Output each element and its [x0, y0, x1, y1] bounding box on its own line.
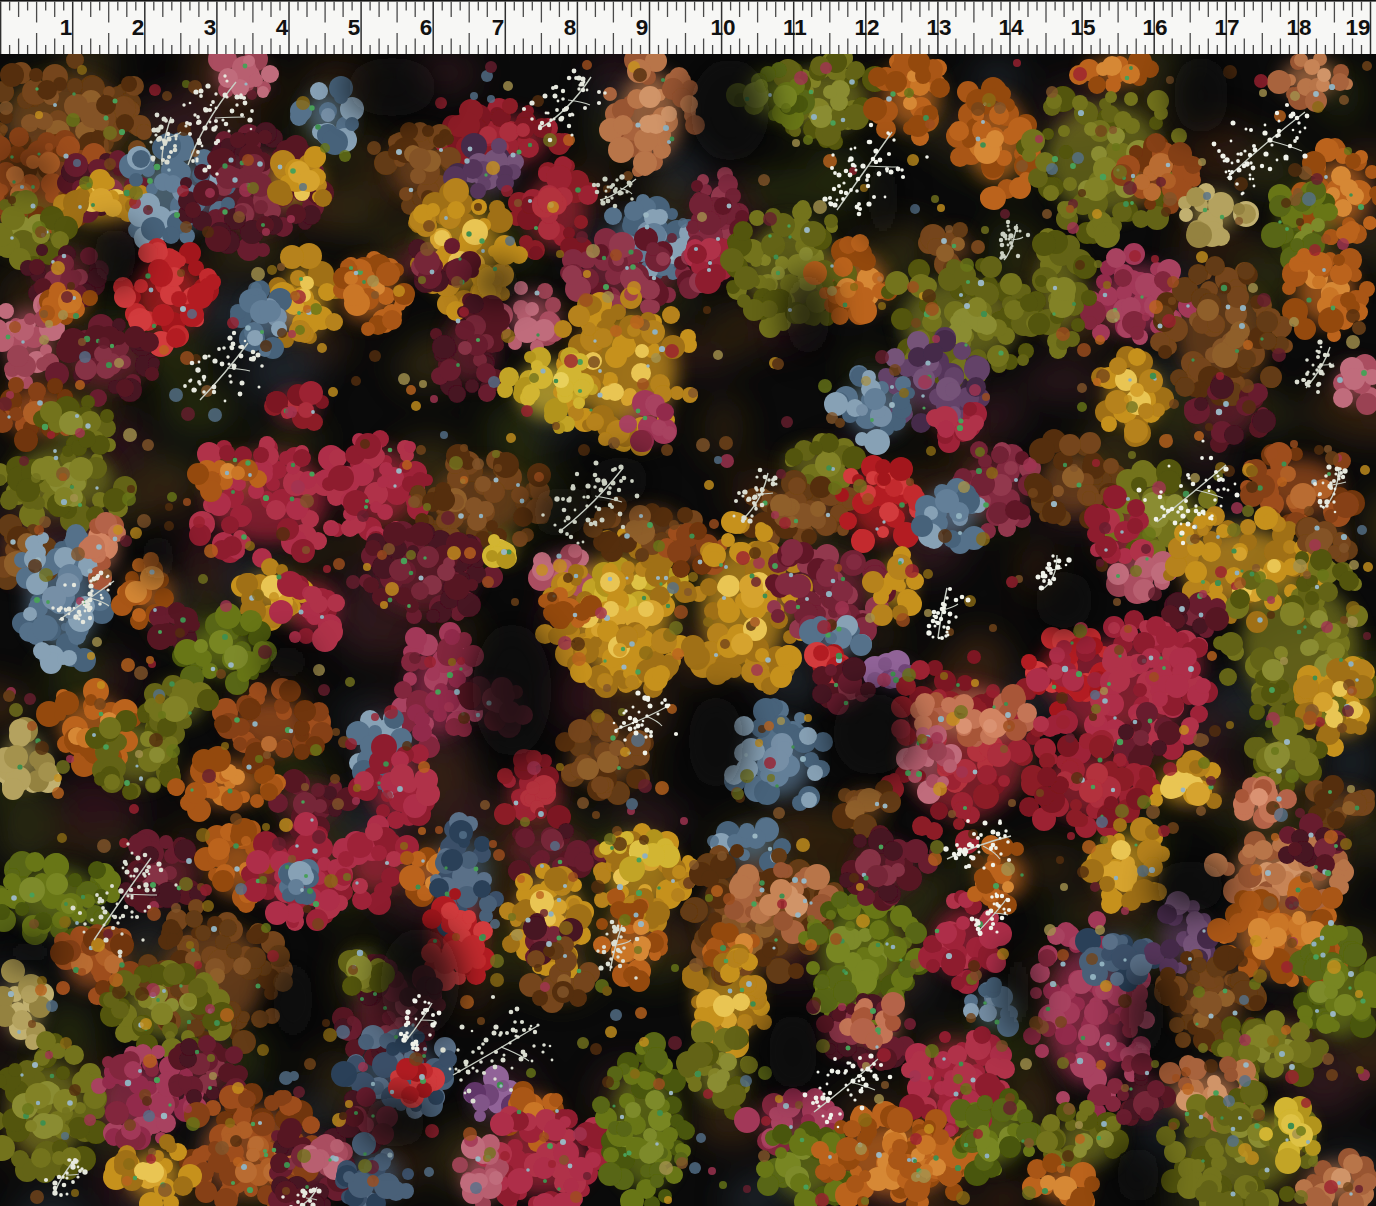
- svg-text:2: 2: [132, 15, 145, 40]
- svg-text:12: 12: [854, 15, 879, 40]
- svg-text:15: 15: [1070, 15, 1095, 40]
- svg-text:10: 10: [710, 15, 735, 40]
- svg-text:9: 9: [636, 15, 649, 40]
- svg-text:17: 17: [1214, 15, 1239, 40]
- svg-text:6: 6: [420, 15, 433, 40]
- svg-text:7: 7: [492, 15, 505, 40]
- svg-text:3: 3: [204, 15, 217, 40]
- svg-text:19: 19: [1345, 15, 1370, 40]
- svg-text:16: 16: [1142, 15, 1167, 40]
- svg-text:18: 18: [1286, 15, 1311, 40]
- svg-text:4: 4: [276, 15, 289, 40]
- svg-text:8: 8: [564, 15, 577, 40]
- svg-text:11: 11: [783, 15, 807, 40]
- svg-text:1: 1: [60, 15, 73, 40]
- svg-text:5: 5: [348, 15, 361, 40]
- svg-text:14: 14: [998, 15, 1024, 40]
- svg-text:13: 13: [926, 15, 951, 40]
